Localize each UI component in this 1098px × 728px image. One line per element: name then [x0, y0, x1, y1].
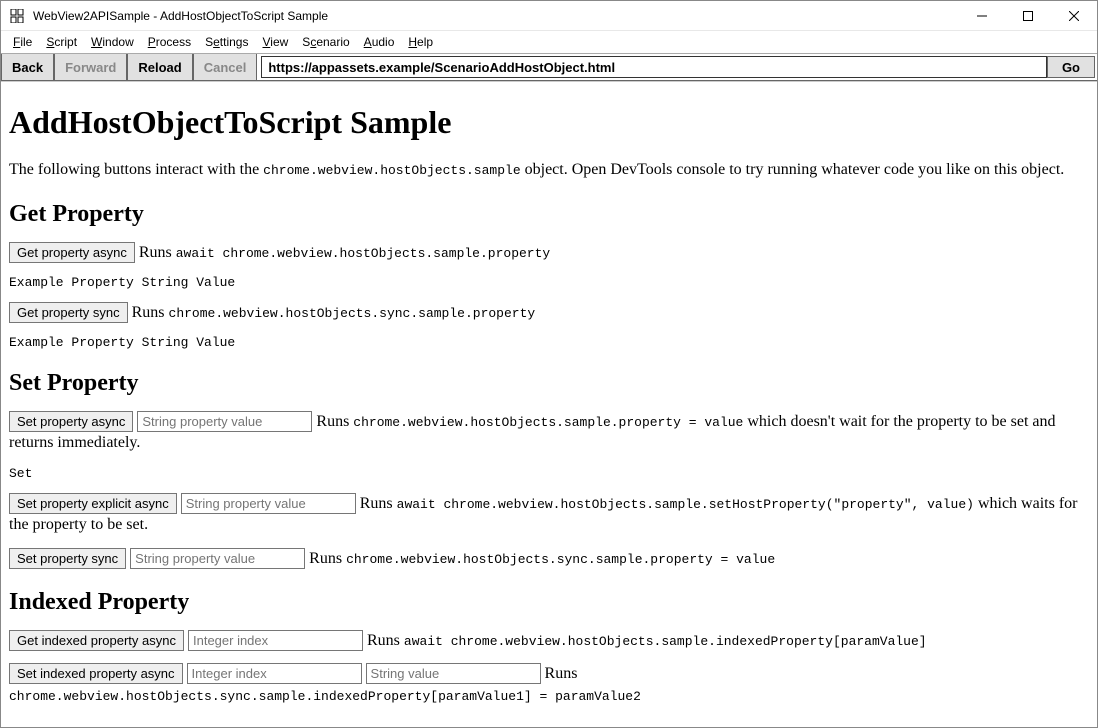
- row-set-sync: Set property sync Runs chrome.webview.ho…: [9, 548, 1089, 569]
- set-indexed-property-async-button[interactable]: Set indexed property async: [9, 663, 183, 684]
- set-async-input[interactable]: [137, 411, 312, 432]
- navbar: Back Forward Reload Cancel Go: [1, 53, 1097, 81]
- viewport: AddHostObjectToScript Sample The followi…: [1, 81, 1097, 727]
- forward-button[interactable]: Forward: [54, 54, 127, 80]
- window-controls: [959, 1, 1097, 31]
- menu-file[interactable]: File: [7, 33, 38, 51]
- row-get-async: Get property async Runs await chrome.web…: [9, 242, 1089, 263]
- code-set-sync: chrome.webview.hostObjects.sync.sample.p…: [346, 552, 775, 567]
- intro-paragraph: The following buttons interact with the …: [9, 159, 1089, 181]
- intro-text-post: object. Open DevTools console to try run…: [521, 161, 1065, 178]
- app-icon: [9, 8, 25, 24]
- set-explicit-input[interactable]: [181, 493, 356, 514]
- code-set-async: chrome.webview.hostObjects.sample.proper…: [353, 415, 743, 430]
- code-set-idx-async: chrome.webview.hostObjects.sync.sample.i…: [9, 689, 641, 704]
- result-set-async: Set: [9, 466, 1089, 481]
- code-get-async: await chrome.webview.hostObjects.sample.…: [176, 246, 550, 261]
- set-sync-input[interactable]: [130, 548, 305, 569]
- app-window: WebView2APISample - AddHostObjectToScrip…: [0, 0, 1098, 728]
- set-property-sync-button[interactable]: Set property sync: [9, 548, 126, 569]
- runs-label: Runs: [360, 495, 397, 512]
- heading-get-property: Get Property: [9, 201, 1089, 228]
- go-button[interactable]: Go: [1047, 56, 1095, 78]
- titlebar: WebView2APISample - AddHostObjectToScrip…: [1, 1, 1097, 31]
- set-idx-async-index-input[interactable]: [187, 663, 362, 684]
- back-button[interactable]: Back: [1, 54, 54, 80]
- intro-code: chrome.webview.hostObjects.sample: [263, 163, 520, 178]
- menu-script[interactable]: Script: [40, 33, 83, 51]
- intro-text-pre: The following buttons interact with the: [9, 161, 263, 178]
- runs-label: Runs: [316, 413, 353, 430]
- address-input[interactable]: [261, 56, 1047, 78]
- page-scroll[interactable]: AddHostObjectToScript Sample The followi…: [1, 82, 1097, 727]
- row-set-idx-async: Set indexed property async Runs chrome.w…: [9, 663, 1089, 706]
- code-set-explicit: await chrome.webview.hostObjects.sample.…: [397, 497, 974, 512]
- runs-label: Runs: [132, 304, 169, 321]
- row-set-async: Set property async Runs chrome.webview.h…: [9, 411, 1089, 454]
- set-idx-async-value-input[interactable]: [366, 663, 541, 684]
- heading-indexed-property: Indexed Property: [9, 589, 1089, 616]
- get-idx-async-index-input[interactable]: [188, 630, 363, 651]
- heading-set-property: Set Property: [9, 370, 1089, 397]
- close-button[interactable]: [1051, 1, 1097, 31]
- cancel-button[interactable]: Cancel: [193, 54, 258, 80]
- menu-help[interactable]: Help: [402, 33, 439, 51]
- page-title: AddHostObjectToScript Sample: [9, 104, 1089, 141]
- runs-label: Runs: [309, 550, 346, 567]
- get-property-sync-button[interactable]: Get property sync: [9, 302, 128, 323]
- menu-view[interactable]: View: [256, 33, 294, 51]
- minimize-button[interactable]: [959, 1, 1005, 31]
- runs-label: Runs: [139, 244, 176, 261]
- set-property-async-button[interactable]: Set property async: [9, 411, 133, 432]
- maximize-button[interactable]: [1005, 1, 1051, 31]
- code-get-sync: chrome.webview.hostObjects.sync.sample.p…: [169, 306, 536, 321]
- set-property-explicit-async-button[interactable]: Set property explicit async: [9, 493, 177, 514]
- get-property-async-button[interactable]: Get property async: [9, 242, 135, 263]
- code-get-idx-async: await chrome.webview.hostObjects.sample.…: [404, 634, 927, 649]
- result-get-async: Example Property String Value: [9, 275, 1089, 290]
- menu-audio[interactable]: Audio: [358, 33, 401, 51]
- reload-button[interactable]: Reload: [127, 54, 192, 80]
- menu-settings[interactable]: Settings: [199, 33, 254, 51]
- row-get-sync: Get property sync Runs chrome.webview.ho…: [9, 302, 1089, 323]
- menu-window[interactable]: Window: [85, 33, 140, 51]
- menu-scenario[interactable]: Scenario: [296, 33, 355, 51]
- result-get-sync: Example Property String Value: [9, 335, 1089, 350]
- window-title: WebView2APISample - AddHostObjectToScrip…: [33, 9, 959, 23]
- menu-process[interactable]: Process: [142, 33, 197, 51]
- row-set-explicit: Set property explicit async Runs await c…: [9, 493, 1089, 536]
- get-indexed-property-async-button[interactable]: Get indexed property async: [9, 630, 184, 651]
- runs-label: Runs: [545, 665, 578, 682]
- row-get-idx-async: Get indexed property async Runs await ch…: [9, 630, 1089, 651]
- runs-label: Runs: [367, 632, 404, 649]
- menubar: File Script Window Process Settings View…: [1, 31, 1097, 53]
